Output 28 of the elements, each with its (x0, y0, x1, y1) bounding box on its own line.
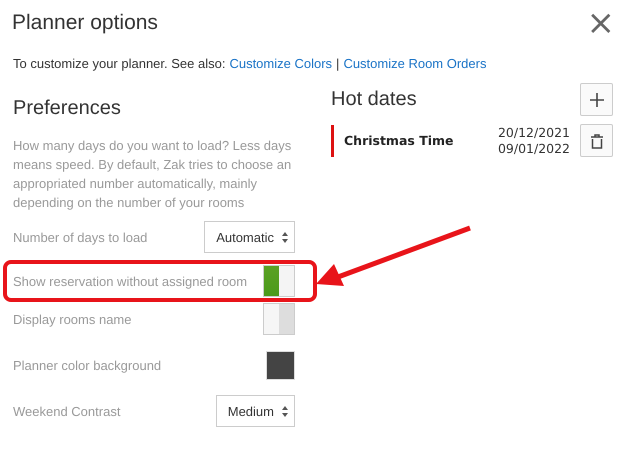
dialog-title: Planner options (12, 11, 158, 35)
setting-label: Planner color background (13, 358, 162, 372)
stepper-icon (282, 406, 288, 416)
hot-date-name: Christmas Time (344, 133, 455, 148)
start-date: 20/12/2021 (498, 124, 570, 140)
setting-label: Number of days to load (13, 230, 148, 244)
link[interactable]: Customize Colors (229, 56, 332, 71)
delete-button[interactable] (580, 124, 613, 157)
section-heading: Hot dates (331, 88, 417, 111)
trash-icon (590, 132, 604, 148)
link[interactable]: Customize Room Orders (343, 56, 486, 71)
stepper-icon (282, 232, 288, 242)
separator: | (336, 56, 340, 71)
section-heading: Preferences (13, 97, 122, 120)
setting-label: Display rooms name (13, 312, 132, 326)
close-button[interactable]: × (586, 8, 615, 38)
toggle-switch[interactable] (263, 265, 295, 297)
intro-text: To customize your planner. See also: (13, 56, 226, 71)
plus-icon (588, 92, 604, 108)
setting-label: Show reservation without assigned room (13, 274, 248, 288)
description-text: How many days do you want to load? Less days means speed. By default, Zak tries to choose an appropriated number automatically, mainly depending on the number of your rooms (13, 137, 292, 212)
select-field[interactable]: Automatic (204, 221, 295, 253)
add-button[interactable] (580, 83, 613, 116)
end-date: 09/01/2022 (498, 140, 570, 156)
select-field[interactable]: Medium (216, 395, 295, 427)
toggle-switch[interactable] (263, 303, 295, 335)
setting-label: Weekend Contrast (13, 404, 120, 418)
color-swatch[interactable] (266, 350, 295, 380)
